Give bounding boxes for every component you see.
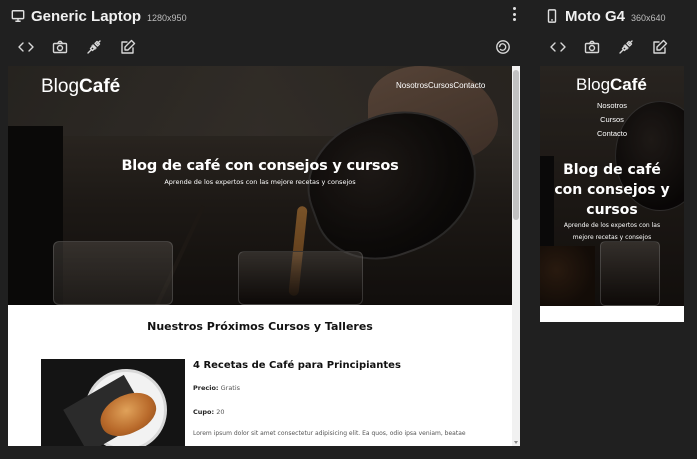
section-title: Nuestros Próximos Cursos y Talleres — [147, 320, 373, 333]
nav-item-cursos[interactable]: Cursos — [540, 113, 684, 127]
mobile-device-size: 360x640 — [631, 12, 666, 23]
plug-icon[interactable] — [617, 38, 635, 56]
course-title[interactable]: 4 Recetas de Café para Principiantes — [193, 360, 401, 371]
hero-subtitle: Aprende de los expertos con las mejore r… — [164, 178, 356, 186]
logo-text-light: Blog — [41, 76, 80, 97]
site-logo[interactable]: BlogCafé — [41, 76, 120, 98]
nav-item-cursos[interactable]: Cursos — [428, 81, 453, 90]
mobile-hero-title-line: cursos — [586, 202, 638, 218]
mobile-hero-subtitle-line: Aprende de los expertos con las — [563, 222, 661, 229]
mobile-hero-title: Blog de café con consejos y cursos — [540, 160, 684, 220]
plug-icon[interactable] — [85, 38, 103, 56]
laptop-device-name: Generic Laptop — [31, 7, 142, 25]
mobile-hero-title-line: Blog de café — [563, 162, 661, 178]
course-cupo-value: 20 — [216, 408, 225, 416]
laptop-toolbar — [17, 36, 137, 58]
monitor-icon — [11, 10, 25, 22]
nav-item-contacto[interactable]: Contacto — [453, 81, 485, 90]
logo-text-bold: Café — [79, 76, 121, 97]
laptop-viewport[interactable]: BlogCafé Nosotros Cursos Contacto Blog de … — [8, 66, 520, 446]
logo-text-light: Blog — [576, 75, 611, 94]
camera-icon[interactable] — [583, 38, 601, 56]
course-price-value: Gratis — [220, 384, 241, 392]
smartphone-icon — [547, 9, 557, 23]
edit-icon[interactable] — [651, 38, 669, 56]
course-price-label: Precio: — [193, 384, 219, 392]
code-icon[interactable] — [549, 38, 567, 56]
mobile-toolbar — [549, 36, 669, 58]
course-cupo-label: Cupo: — [193, 408, 215, 416]
logo-text-bold: Café — [610, 75, 647, 94]
mobile-viewport[interactable]: BlogCafé Nosotros Cursos Contacto Blog d… — [540, 66, 684, 322]
hero-title: Blog de café con consejos y cursos — [121, 158, 399, 174]
edit-icon[interactable] — [119, 38, 137, 56]
main-nav: Nosotros Cursos Contacto — [396, 81, 485, 90]
mobile-site-logo[interactable]: BlogCafé — [576, 75, 647, 95]
laptop-device-size: 1280x950 — [147, 12, 187, 23]
code-icon[interactable] — [17, 38, 35, 56]
course-description: Lorem ipsum dolor sit amet consectetur a… — [193, 430, 466, 437]
nav-item-nosotros[interactable]: Nosotros — [396, 81, 428, 90]
hero-banner: BlogCafé Nosotros Cursos Contacto Blog de … — [8, 66, 512, 305]
nav-item-contacto[interactable]: Contacto — [540, 127, 684, 141]
mobile-device-header: Moto G4 360x640 — [545, 0, 666, 32]
nav-item-nosotros[interactable]: Nosotros — [540, 99, 684, 113]
laptop-scrollbar[interactable] — [512, 66, 520, 446]
mobile-hero-subtitle: Aprende de los expertos con las mejore r… — [544, 220, 680, 244]
more-options-icon[interactable] — [510, 7, 518, 21]
laptop-device-header: Generic Laptop 1280x950 — [11, 0, 187, 32]
course-price: Precio: Gratis — [193, 384, 240, 392]
course-cupo: Cupo: 20 — [193, 408, 224, 416]
mobile-hero-title-line: con consejos y — [554, 182, 670, 198]
mobile-hero-subtitle-line: mejore recetas y consejos — [572, 234, 652, 241]
course-image[interactable] — [41, 359, 185, 446]
mobile-main-nav: Nosotros Cursos Contacto — [540, 99, 684, 141]
mobile-hero-banner: BlogCafé Nosotros Cursos Contacto Blog d… — [540, 66, 684, 306]
laptop-toolbar-right — [494, 36, 512, 58]
camera-icon[interactable] — [51, 38, 69, 56]
scrollbar-thumb[interactable] — [513, 70, 519, 220]
rotate-icon[interactable] — [494, 38, 512, 56]
scroll-down-arrow-icon[interactable] — [514, 441, 518, 444]
mobile-device-name: Moto G4 — [565, 7, 625, 25]
